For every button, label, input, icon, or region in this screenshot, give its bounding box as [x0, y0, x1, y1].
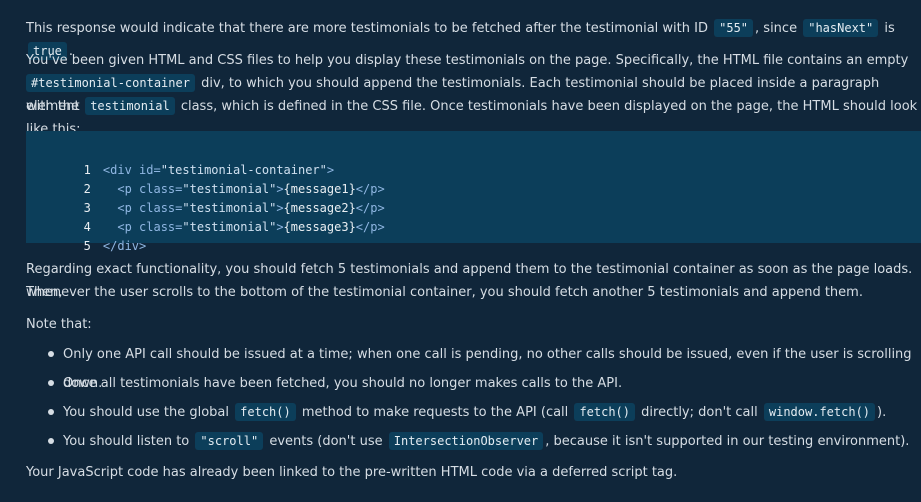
list-item: Only one API call should be issued at a …: [26, 340, 921, 391]
inline-code-id: "55": [714, 19, 754, 37]
html-files-line-3: with the testimonial class, which is def…: [26, 95, 921, 137]
footer-paragraph: Your JavaScript code has already been li…: [26, 465, 678, 480]
code-line: 4 <p class="testimonial">{message3}</p>: [26, 199, 385, 234]
inline-code-intersection-observer: IntersectionObserver: [388, 432, 544, 450]
code-string: "testimonial": [182, 220, 277, 234]
code-line: 1 <div id="testimonial-container">: [26, 142, 334, 177]
notes-list: Only one API call should be issued at a …: [26, 340, 921, 456]
list-item: You should listen to "scroll" events (do…: [26, 427, 921, 456]
note-text-b: events (don't use: [269, 434, 383, 449]
inline-code-fetch: fetch(): [235, 403, 296, 421]
note-text-c: directly; don't call: [641, 405, 758, 420]
inline-code-window-fetch: window.fetch(): [763, 403, 876, 421]
code-tag-close: >: [276, 220, 284, 234]
note-text: Once all testimonials have been fetched,…: [63, 376, 623, 391]
bullet-icon: [48, 409, 54, 415]
list-item: Once all testimonials have been fetched,…: [26, 369, 921, 398]
functionality-paragraph: Regarding exact functionality, you shoul…: [26, 258, 921, 304]
bullet-icon: [48, 380, 54, 386]
inline-code-fetch: fetch(): [574, 403, 636, 421]
code-tag: </div>: [102, 239, 147, 253]
bullet-icon: [48, 351, 54, 357]
inline-code-scroll: "scroll": [195, 432, 264, 450]
note-text-c: , because it isn't supported in our test…: [545, 434, 910, 449]
html-files-line-1: You've been given HTML and CSS files to …: [26, 49, 921, 72]
note-text-d: ).: [877, 405, 887, 420]
html-files-line-2: #testimonial-container div, to which you…: [26, 72, 921, 114]
note-label: Note that:: [26, 317, 92, 332]
code-text: {message3}: [283, 220, 356, 234]
inline-code-testimonial-container: #testimonial-container: [26, 74, 195, 92]
code-line: 5 </div>: [26, 218, 147, 253]
note-text-a: You should use the global: [63, 405, 229, 420]
bullet-icon: [48, 438, 54, 444]
html-code-block: 1 <div id="testimonial-container"> 2 <p c…: [26, 131, 921, 253]
html-files-paragraph: You've been given HTML and CSS files to …: [26, 49, 921, 137]
line-number: 5: [83, 239, 91, 253]
inline-code-hasnext: "hasNext": [803, 19, 879, 37]
inline-code-testimonial: testimonial: [85, 97, 175, 115]
functionality-line-2: whenever the user scrolls to the bottom …: [26, 285, 863, 300]
intro-text-c: is: [884, 21, 895, 36]
note-text-b: method to make requests to the API (call: [301, 405, 569, 420]
note-text-a: You should listen to: [63, 434, 190, 449]
html-files-text-a: You've been given HTML and CSS files to …: [26, 53, 909, 68]
code-line: 3 <p class="testimonial">{message2}</p>: [26, 180, 385, 215]
intro-text-b: , since: [755, 21, 798, 36]
list-item: You should use the global fetch() method…: [26, 398, 921, 427]
code-line: 2 <p class="testimonial">{message1}</p>: [26, 161, 385, 196]
functionality-line-1: Regarding exact functionality, you shoul…: [26, 262, 913, 300]
intro-text-a: This response would indicate that there …: [26, 21, 708, 36]
html-files-text-c: with the: [26, 99, 80, 114]
code-end-tag: </p>: [355, 220, 385, 234]
